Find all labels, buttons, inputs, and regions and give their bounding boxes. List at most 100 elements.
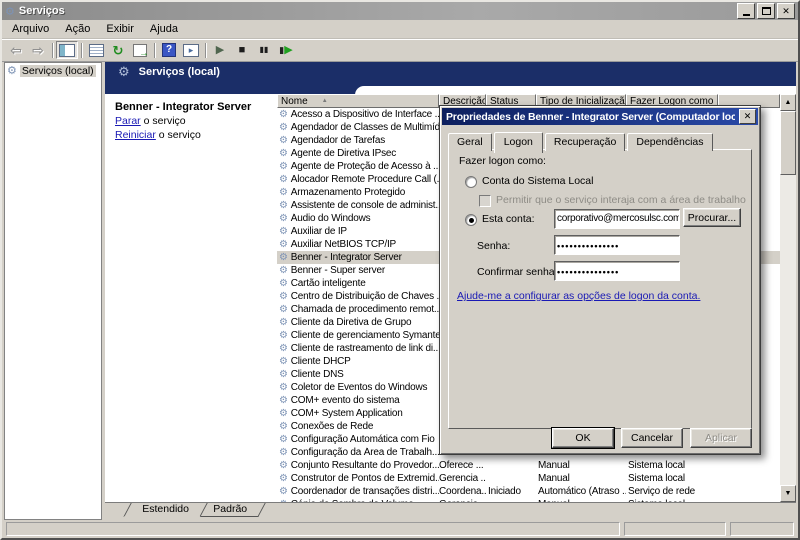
scrollbar-thumb[interactable]	[780, 111, 796, 175]
menu-item-exibir[interactable]: Exibir	[98, 22, 142, 36]
cell-status: Iniciado	[486, 486, 536, 497]
back-icon	[10, 43, 22, 57]
banner: Serviços (local)	[105, 62, 796, 82]
cell-name: Acesso a Dispositivo de Interface ...	[277, 109, 439, 120]
service-gear-icon	[279, 161, 288, 172]
back-button[interactable]	[5, 41, 27, 59]
refresh-icon	[113, 44, 124, 57]
column-header-nome[interactable]: Nome	[277, 94, 439, 108]
services-app-icon	[5, 5, 15, 18]
window-titlebar[interactable]: Serviços	[2, 2, 798, 20]
service-row[interactable]: Conjunto Resultante do Provedor...Oferec…	[277, 459, 780, 472]
view-tab-estendido[interactable]: Estendido	[123, 503, 207, 517]
confirm-password-input[interactable]: •••••••••••••••	[554, 261, 680, 281]
show-tree-icon	[59, 44, 75, 57]
service-gear-icon	[279, 291, 288, 302]
scroll-up-icon[interactable]	[780, 94, 796, 111]
cell-name: Cliente DNS	[277, 369, 439, 380]
dialog-tab-dependencias[interactable]: Dependências	[627, 133, 712, 151]
start-icon	[216, 45, 224, 56]
dialog-tab-recuperacao[interactable]: Recuperação	[545, 133, 625, 151]
cancel-button[interactable]: Cancelar	[621, 428, 683, 448]
pause-button[interactable]	[253, 41, 275, 59]
menu-item-acao[interactable]: Ação	[57, 22, 98, 36]
scroll-down-icon[interactable]	[780, 485, 796, 502]
cell-name: Cartão inteligente	[277, 278, 439, 289]
start-button[interactable]	[209, 41, 231, 59]
help-button[interactable]	[158, 41, 180, 59]
browse-button[interactable]: Procurar...	[683, 208, 741, 227]
services-node-icon	[7, 65, 17, 77]
extended-view-button[interactable]	[180, 41, 202, 59]
logon-help-link[interactable]: Ajude-me a configurar as opções de logon…	[457, 290, 700, 302]
restart-service-link[interactable]: Reiniciar o serviço	[115, 129, 273, 141]
stop-button[interactable]	[231, 41, 253, 59]
stop-service-link[interactable]: Parar o serviço	[115, 115, 273, 127]
scrollbar-track[interactable]	[780, 175, 796, 485]
local-system-label[interactable]: Conta do Sistema Local	[482, 175, 593, 187]
service-gear-icon	[279, 148, 288, 159]
apply-button[interactable]: Aplicar	[690, 428, 752, 448]
interact-desktop-label: Permitir que o serviço interaja com a ár…	[496, 194, 746, 206]
ok-button[interactable]: OK	[552, 428, 614, 448]
vertical-scrollbar[interactable]	[780, 94, 796, 502]
stop-icon	[239, 45, 246, 56]
menu-item-ajuda[interactable]: Ajuda	[142, 22, 186, 36]
service-gear-icon	[279, 473, 288, 484]
restart-button[interactable]	[275, 41, 297, 59]
cell-name: Auxiliar de IP	[277, 226, 439, 237]
cell-name: Conexões de Rede	[277, 421, 439, 432]
cell-name: COM+ evento do sistema	[277, 395, 439, 406]
dialog-tab-logon[interactable]: Logon	[494, 132, 543, 153]
show-tree-button[interactable]	[56, 41, 78, 59]
service-row[interactable]: Cópia de Sombra de VolumeGerencia...Manu…	[277, 498, 780, 502]
cell-name: Áudio do Windows	[277, 213, 439, 224]
pause-icon	[260, 46, 269, 54]
tree-item-servicos-local[interactable]: Serviços (local)	[7, 65, 99, 77]
banner-services-icon	[118, 65, 130, 79]
toolbar-separator	[205, 43, 206, 58]
dialog-tab-geral[interactable]: Geral	[448, 133, 492, 151]
account-input[interactable]: corporativo@mercosulsc.com	[554, 209, 680, 229]
window-button[interactable]	[85, 41, 107, 59]
local-system-radio[interactable]	[465, 176, 477, 188]
extended-view-icon	[183, 44, 199, 57]
cell-name: Conjunto Resultante do Provedor...	[277, 460, 439, 471]
password-input[interactable]: •••••••••••••••	[554, 235, 680, 255]
close-button[interactable]	[777, 3, 795, 19]
service-gear-icon	[279, 330, 288, 341]
logon-as-label: Fazer logon como:	[459, 155, 546, 167]
dialog-title: Propriedades de Benner - Integrator Serv…	[446, 111, 735, 123]
close-icon[interactable]	[739, 109, 756, 124]
service-row[interactable]: Construtor de Pontos de Extremid...Geren…	[277, 472, 780, 485]
dialog-titlebar[interactable]: Propriedades de Benner - Integrator Serv…	[442, 108, 758, 125]
services-window: Serviços ArquivoAçãoExibirAjuda Serviços…	[0, 0, 800, 540]
this-account-label[interactable]: Esta conta:	[482, 213, 535, 225]
service-gear-icon	[279, 460, 288, 471]
tree-item-label: Serviços (local)	[20, 65, 96, 77]
export-button[interactable]	[129, 41, 151, 59]
cell-name: Cliente de rastreamento de link di...	[277, 343, 439, 354]
maximize-button[interactable]	[757, 3, 775, 19]
export-icon	[133, 44, 147, 57]
view-tabs: EstendidoPadrão	[105, 502, 796, 520]
service-gear-icon	[279, 356, 288, 367]
toolbar	[2, 39, 798, 62]
service-gear-icon	[279, 265, 288, 276]
cell-name: Coordenador de transações distri...	[277, 486, 439, 497]
dialog-tabs: GeralLogonRecuperaçãoDependências	[448, 130, 715, 151]
refresh-button[interactable]	[107, 41, 129, 59]
this-account-radio[interactable]	[465, 214, 477, 226]
cell-name: Configuração Automática com Fio	[277, 434, 439, 445]
status-segment-3	[730, 522, 794, 536]
toolbar-separator	[154, 43, 155, 58]
service-gear-icon	[279, 382, 288, 393]
service-gear-icon	[279, 174, 288, 185]
cell-startup-type: Manual	[536, 499, 626, 502]
menu-item-arquivo[interactable]: Arquivo	[4, 22, 57, 36]
cell-name: Configuração da Área de Trabalh...	[277, 447, 439, 458]
minimize-button[interactable]	[737, 3, 755, 19]
window-controls	[735, 3, 795, 19]
service-row[interactable]: Coordenador de transações distri...Coord…	[277, 485, 780, 498]
forward-button[interactable]	[27, 41, 49, 59]
